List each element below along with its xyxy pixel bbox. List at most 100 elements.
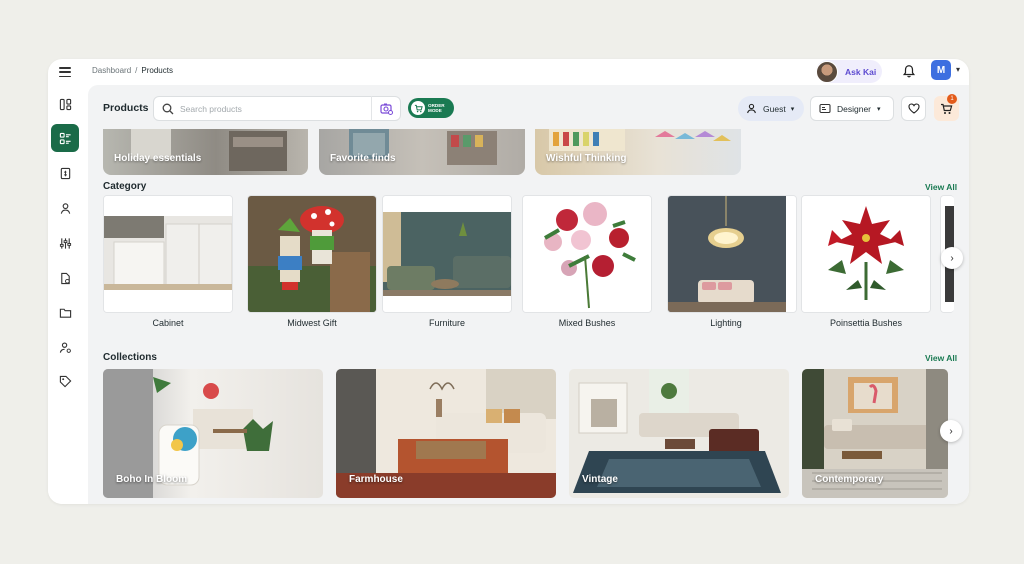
category-label: Poinsettia Bushes bbox=[829, 318, 903, 328]
category-card[interactable] bbox=[667, 195, 797, 313]
sidebar-item-orders[interactable] bbox=[51, 159, 79, 187]
guest-selector[interactable]: Guest ▾ bbox=[738, 96, 804, 121]
user-settings-icon bbox=[59, 341, 71, 353]
chevron-down-icon: ▾ bbox=[877, 105, 881, 113]
sidebar-item-tags[interactable] bbox=[51, 367, 79, 395]
wishlist-button[interactable] bbox=[901, 96, 926, 121]
sidebar-item-team[interactable] bbox=[51, 333, 79, 361]
promo-image bbox=[549, 129, 731, 151]
breadcrumb-dashboard[interactable]: Dashboard bbox=[92, 66, 131, 75]
sidebar-item-customers[interactable] bbox=[51, 194, 79, 222]
assistant-avatar bbox=[816, 60, 838, 83]
ask-kai-label: Ask Kai bbox=[845, 66, 877, 77]
cart-icon bbox=[414, 104, 423, 112]
category-image bbox=[383, 196, 511, 312]
promo-image bbox=[349, 129, 497, 165]
category-image bbox=[248, 196, 376, 312]
category-title: Category bbox=[103, 181, 147, 192]
chevron-right-icon: › bbox=[949, 425, 953, 437]
collections-view-all-link[interactable]: View All bbox=[925, 353, 957, 363]
designer-icon bbox=[819, 103, 831, 114]
sliders-icon bbox=[59, 237, 71, 249]
collection-card[interactable]: Contemporary bbox=[802, 369, 948, 498]
collection-label: Farmhouse bbox=[349, 474, 403, 485]
folder-icon bbox=[59, 308, 71, 318]
promo-card[interactable]: Wishful Thinking bbox=[535, 129, 741, 175]
sidebar-item-documents[interactable] bbox=[51, 264, 79, 292]
receipt-icon bbox=[60, 167, 70, 179]
order-mode-toggle[interactable]: ORDER MODE bbox=[408, 98, 454, 118]
user-avatar[interactable]: M bbox=[931, 60, 951, 80]
app-window: Dashboard / Products Ask Kai M ▾ Holiday… bbox=[48, 59, 969, 504]
heart-icon bbox=[907, 103, 920, 114]
category-next-button[interactable]: › bbox=[941, 247, 963, 269]
category-label: Lighting bbox=[710, 318, 742, 328]
tag-icon bbox=[59, 375, 71, 387]
promo-card[interactable]: Favorite finds bbox=[319, 129, 525, 175]
category-image bbox=[523, 196, 651, 312]
category-image bbox=[802, 196, 930, 312]
sidebar bbox=[48, 85, 84, 504]
product-list-icon bbox=[59, 132, 71, 144]
category-image bbox=[104, 196, 232, 312]
sidebar-item-products[interactable] bbox=[51, 124, 79, 152]
category-card[interactable] bbox=[103, 195, 233, 313]
camera-search-icon bbox=[379, 103, 393, 115]
collection-label: Boho In Bloom bbox=[116, 474, 188, 485]
ask-kai-button[interactable]: Ask Kai bbox=[816, 60, 882, 83]
collection-label: Contemporary bbox=[815, 474, 884, 485]
order-mode-label: ORDER MODE bbox=[428, 103, 445, 114]
category-image bbox=[668, 196, 796, 312]
collection-label: Vintage bbox=[582, 474, 618, 485]
sidebar-item-settings[interactable] bbox=[51, 229, 79, 257]
chevron-right-icon: › bbox=[950, 252, 954, 264]
category-label: Cabinet bbox=[152, 318, 184, 328]
breadcrumb-current: Products bbox=[141, 66, 173, 75]
image-search-button[interactable] bbox=[372, 102, 400, 115]
sidebar-item-folders[interactable] bbox=[51, 298, 79, 326]
collection-card[interactable]: Boho In Bloom bbox=[103, 369, 323, 498]
promo-card[interactable]: Holiday essentials bbox=[103, 129, 308, 175]
collection-card[interactable]: Farmhouse bbox=[336, 369, 556, 498]
breadcrumb-separator: / bbox=[135, 66, 138, 75]
main-content: Holiday essentials Favorite finds Wishfu… bbox=[88, 85, 969, 504]
cart-button[interactable]: 1 bbox=[934, 94, 959, 121]
sidebar-item-dashboard[interactable] bbox=[51, 90, 79, 118]
category-card[interactable] bbox=[522, 195, 652, 313]
category-card[interactable] bbox=[382, 195, 512, 313]
category-card[interactable] bbox=[247, 195, 377, 313]
category-card[interactable] bbox=[801, 195, 931, 313]
search-placeholder: Search products bbox=[180, 103, 242, 114]
cart-icon bbox=[941, 103, 953, 114]
bell-icon[interactable] bbox=[902, 64, 916, 78]
collections-title: Collections bbox=[103, 352, 157, 363]
designer-selector[interactable]: Designer ▾ bbox=[810, 96, 894, 121]
promo-image bbox=[131, 129, 287, 171]
chevron-down-icon[interactable]: ▾ bbox=[956, 65, 960, 74]
search-icon bbox=[162, 103, 174, 114]
hamburger-menu-icon[interactable] bbox=[59, 67, 71, 77]
category-label: Furniture bbox=[428, 318, 465, 328]
category-label: Midwest Gift bbox=[287, 318, 337, 328]
order-mode-cart-icon bbox=[411, 101, 425, 115]
category-label: Mixed Bushes bbox=[558, 318, 616, 328]
cart-count-badge: 1 bbox=[947, 94, 957, 104]
category-view-all-link[interactable]: View All bbox=[925, 182, 957, 192]
user-icon bbox=[747, 103, 756, 114]
search-input[interactable]: Search products bbox=[153, 96, 401, 121]
user-icon bbox=[60, 202, 70, 214]
breadcrumb: Dashboard / Products bbox=[92, 66, 173, 75]
top-bar: Dashboard / Products Ask Kai M ▾ bbox=[48, 59, 969, 85]
dashboard-icon bbox=[59, 98, 71, 110]
promo-label: Favorite finds bbox=[330, 153, 396, 164]
document-icon bbox=[60, 272, 70, 284]
order-mode-line-2: MODE bbox=[428, 108, 442, 113]
page-title: Products bbox=[103, 102, 149, 114]
collection-card[interactable]: Vintage bbox=[569, 369, 789, 498]
collections-next-button[interactable]: › bbox=[940, 420, 962, 442]
promo-label: Wishful Thinking bbox=[546, 153, 627, 164]
chevron-down-icon: ▾ bbox=[790, 105, 795, 113]
promo-label: Holiday essentials bbox=[114, 153, 202, 164]
designer-label: Designer bbox=[837, 103, 872, 114]
guest-label: Guest bbox=[763, 103, 786, 114]
